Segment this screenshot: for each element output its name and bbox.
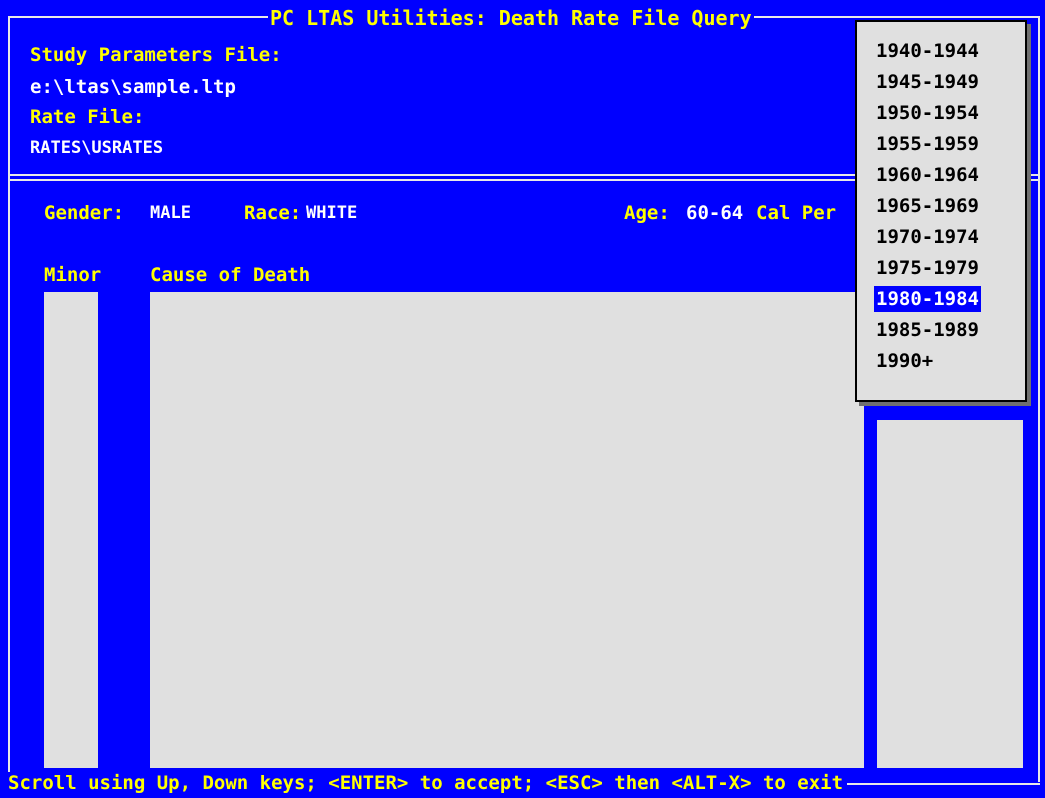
minor-list-panel[interactable] [44, 292, 98, 768]
rate-list-panel[interactable] [877, 420, 1023, 768]
race-value: WHITE [306, 203, 358, 223]
dos-screen: PC LTAS Utilities: Death Rate File Query… [0, 0, 1045, 798]
calendar-period-option[interactable]: 1955-1959 [874, 131, 981, 157]
age-value: 60-64 [686, 202, 744, 224]
cal-per-label: Cal Per [756, 202, 837, 224]
window-title: PC LTAS Utilities: Death Rate File Query [268, 6, 754, 30]
calendar-period-option[interactable]: 1985-1989 [874, 317, 981, 343]
rate-file-label: Rate File: [30, 106, 145, 128]
calendar-period-option[interactable]: 1965-1969 [874, 193, 981, 219]
calendar-period-option[interactable]: 1940-1944 [874, 38, 981, 64]
gender-label: Gender: [44, 202, 125, 224]
status-bar: Scroll using Up, Down keys; <ENTER> to a… [8, 772, 848, 794]
minor-column-header: Minor [44, 264, 102, 286]
cause-column-header: Cause of Death [150, 264, 311, 286]
gender-value: MALE [150, 203, 191, 223]
study-params-label: Study Parameters File: [30, 44, 282, 66]
calendar-period-option[interactable]: 1975-1979 [874, 255, 981, 281]
calendar-period-option[interactable]: 1960-1964 [874, 162, 981, 188]
calendar-period-option[interactable]: 1950-1954 [874, 100, 981, 126]
calendar-period-option[interactable]: 1990+ [874, 348, 935, 374]
race-label: Race: [244, 202, 302, 224]
calendar-period-option[interactable]: 1970-1974 [874, 224, 981, 250]
calendar-period-option[interactable]: 1945-1949 [874, 69, 981, 95]
calendar-period-option[interactable]: 1980-1984 [874, 286, 981, 312]
study-params-value: e:\ltas\sample.ltp [30, 76, 236, 98]
frame-right-border [1038, 16, 1040, 782]
cause-list-panel[interactable] [150, 292, 864, 768]
calendar-period-dropdown[interactable]: 1940-1944 1945-1949 1950-1954 1955-1959 1960… [855, 20, 1027, 402]
frame-left-border [8, 16, 10, 782]
age-label: Age: [624, 202, 670, 224]
rate-file-value: RATES\USRATES [30, 138, 164, 158]
